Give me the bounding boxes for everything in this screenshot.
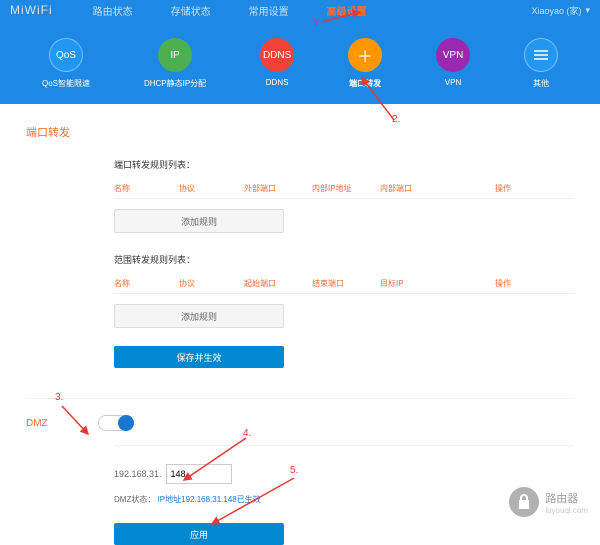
th-name: 名称 (114, 183, 179, 194)
nav-advanced-settings[interactable]: 高级设置 (327, 3, 367, 18)
nav-router-status[interactable]: 路由状态 (93, 3, 133, 18)
vpn-icon: VPN (436, 38, 470, 72)
feature-label: 端口转发 (349, 78, 381, 89)
range-forward-headers: 名称 协议 起始端口 结束端口 目标IP 操作 (114, 278, 574, 294)
add-range-rule-button[interactable]: 添加规则 (114, 304, 284, 328)
feature-row: QoS QoS智能限速 IP DHCP静态IP分配 DDNS DDNS ＋ 端口… (0, 20, 600, 89)
feature-port-forward[interactable]: ＋ 端口转发 (348, 38, 382, 89)
top-nav: 路由状态 存储状态 常用设置 高级设置 (93, 3, 367, 18)
nav-storage-status[interactable]: 存储状态 (171, 3, 211, 18)
port-forward-headers: 名称 协议 外部端口 内部IP地址 内部端口 操作 (114, 183, 574, 199)
feature-dhcp[interactable]: IP DHCP静态IP分配 (144, 38, 206, 89)
user-menu[interactable]: Xiaoyao (家) ▾ (531, 4, 590, 17)
th-action: 操作 (495, 183, 545, 194)
range-forward-title: 范围转发规则列表： (114, 253, 574, 266)
feature-ddns[interactable]: DDNS DDNS (260, 38, 294, 89)
th-end-port: 结束端口 (312, 278, 380, 289)
th-start-port: 起始端口 (244, 278, 312, 289)
th-int-port: 内部端口 (380, 183, 495, 194)
menu-icon (524, 38, 558, 72)
dmz-label: DMZ (26, 418, 48, 429)
dmz-apply-button[interactable]: 应用 (114, 523, 284, 545)
th-ext-port: 外部端口 (244, 183, 312, 194)
th-protocol: 协议 (179, 278, 244, 289)
feature-other[interactable]: 其他 (524, 38, 558, 89)
save-button[interactable]: 保存并生效 (114, 346, 284, 368)
port-forward-title: 端口转发规则列表： (114, 158, 574, 171)
dmz-toggle[interactable] (98, 415, 134, 431)
feature-label: DDNS (266, 78, 289, 87)
dmz-status-label: DMZ状态： (114, 495, 155, 504)
toggle-knob (118, 415, 134, 431)
th-protocol: 协议 (179, 183, 244, 194)
watermark-title: 路由器 (545, 490, 588, 506)
add-port-rule-button[interactable]: 添加规则 (114, 209, 284, 233)
qos-icon: QoS (49, 38, 83, 72)
feature-qos[interactable]: QoS QoS智能限速 (42, 38, 90, 89)
feature-label: 其他 (533, 78, 549, 89)
watermark-sub: luyouqi.com (545, 506, 588, 515)
logo: MiWiFi (10, 3, 53, 17)
feature-label: VPN (445, 78, 461, 87)
dmz-status-value: IP地址192.168.31.148已生效 (158, 495, 261, 504)
ddns-icon: DDNS (260, 38, 294, 72)
page-title: 端口转发 (26, 124, 574, 140)
ip-icon: IP (158, 38, 192, 72)
dmz-ip-input[interactable] (166, 464, 232, 484)
th-name: 名称 (114, 278, 179, 289)
th-int-ip: 内部IP地址 (312, 183, 380, 194)
feature-label: DHCP静态IP分配 (144, 78, 206, 89)
watermark: 路由器 luyouqi.com (509, 487, 588, 517)
feature-vpn[interactable]: VPN VPN (436, 38, 470, 89)
lock-icon (509, 487, 539, 517)
ip-prefix: 192.168.31. (114, 469, 162, 479)
th-action: 操作 (495, 278, 545, 289)
nav-common-settings[interactable]: 常用设置 (249, 3, 289, 18)
th-target-ip: 目标IP (380, 278, 495, 289)
feature-label: QoS智能限速 (42, 78, 90, 89)
user-name: Xiaoyao (家) (531, 4, 581, 17)
chevron-down-icon: ▾ (585, 5, 590, 16)
plus-icon: ＋ (348, 38, 382, 72)
